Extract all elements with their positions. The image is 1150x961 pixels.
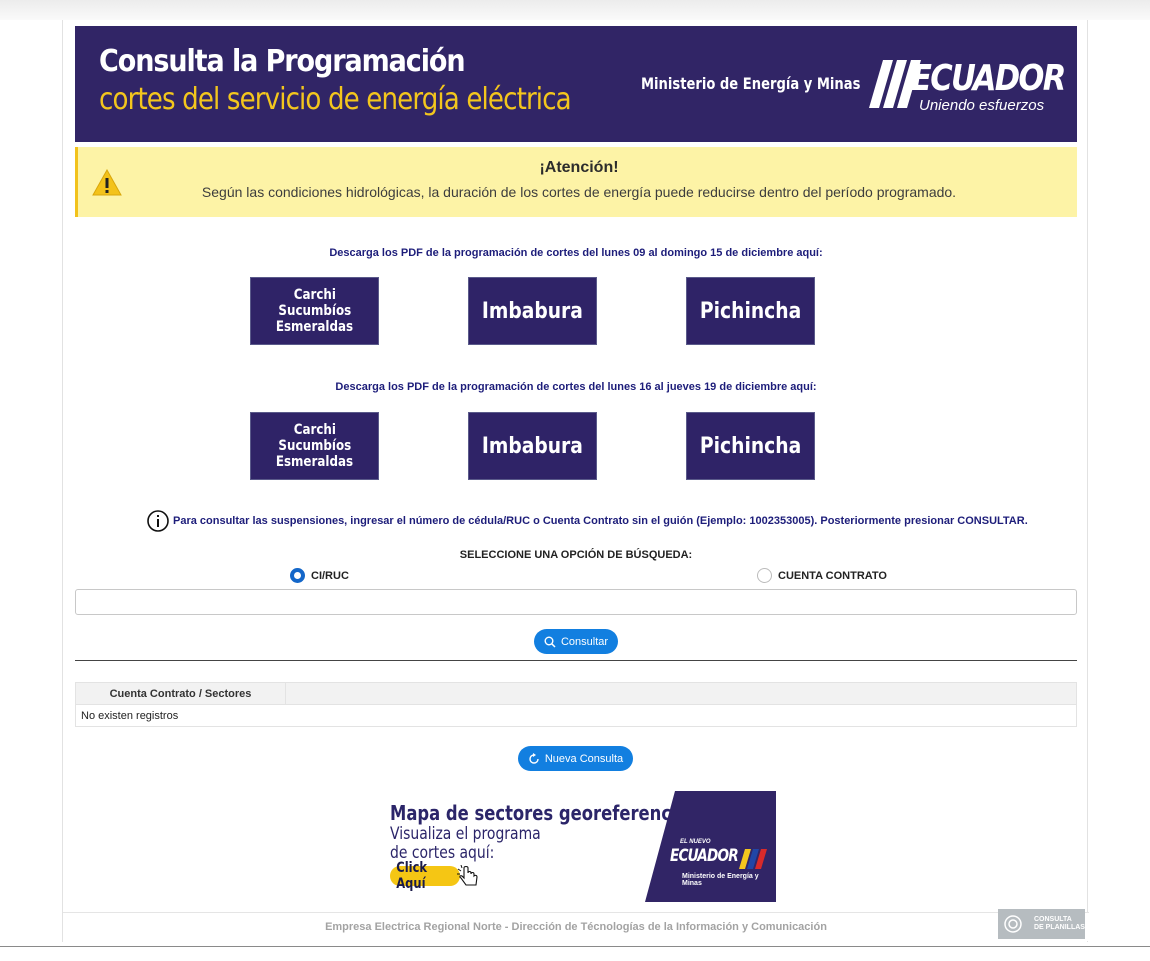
column-header-cuenta-sectores[interactable]: Cuenta Contrato / Sectores (76, 683, 286, 704)
page-container: Consulta la Programación cortes del serv… (62, 20, 1089, 942)
radio-cuenta-contrato[interactable]: CUENTA CONTRATO (757, 568, 887, 583)
search-icon (544, 636, 556, 648)
promo-subtitle: Visualiza el programa de cortes aquí: (390, 825, 541, 863)
header-banner: Consulta la Programación cortes del serv… (75, 26, 1077, 142)
refresh-icon (529, 752, 539, 764)
planillas-line-1: CONSULTA (1034, 916, 1072, 923)
logo-slogan: Uniendo esfuerzos (919, 97, 1045, 114)
tile-label: Esmeraldas (275, 454, 354, 470)
tile-label: Pichincha (699, 433, 802, 459)
results-table: Cuenta Contrato / Sectores No existen re… (75, 682, 1077, 727)
download-label-week1: Descarga los PDF de la programación de c… (329, 247, 823, 259)
click-aqui-button[interactable]: Click Aquí (390, 860, 460, 892)
table-empty-row: No existen registros (81, 709, 179, 722)
promo-panel-small-text: EL NUEVO (680, 839, 711, 845)
logo-wordmark: ECUADOR (911, 58, 1066, 99)
consultar-button[interactable]: Consultar (534, 629, 618, 654)
tile-label: Sucumbíos (278, 438, 351, 454)
info-icon (147, 510, 169, 532)
consulta-planillas-button[interactable]: CONSULTA DE PLANILLAS (998, 909, 1085, 939)
download-imbabura-week2[interactable]: Imbabura (468, 412, 597, 480)
search-option-label: SELECCIONE UNA OPCIÓN DE BÚSQUEDA: (459, 549, 693, 561)
planillas-line-2: DE PLANILLAS (1034, 924, 1085, 931)
search-instructions: Para consultar las suspensiones, ingresa… (147, 510, 1028, 532)
divider (75, 660, 1077, 661)
attention-alert: ¡Atención! Según las condiciones hidroló… (75, 147, 1077, 217)
tile-label: Carchi (293, 422, 336, 438)
promo-panel-ministry: Ministerio de Energía y Minas (682, 873, 759, 887)
pointer-hand-icon (457, 865, 478, 886)
footer: Empresa Electrica Regional Norte - Direc… (63, 909, 1089, 941)
download-pichincha-week1[interactable]: Pichincha (686, 277, 815, 345)
download-label-week2: Descarga los PDF de la programación de c… (335, 381, 817, 393)
consultar-label: Consultar (560, 635, 609, 648)
search-input[interactable] (75, 589, 1077, 615)
alert-text: Según las condiciones hidrológicas, la d… (201, 184, 957, 200)
nueva-consulta-label: Nueva Consulta (544, 752, 624, 765)
ecuador-logo: ECUADOR Uniendo esfuerzos (869, 56, 1066, 116)
ministry-name: Ministerio de Energía y Minas (641, 74, 861, 93)
download-carchi-sucumbios-esmeraldas-week2[interactable]: Carchi Sucumbíos Esmeraldas (250, 412, 379, 480)
download-pichincha-week2[interactable]: Pichincha (686, 412, 815, 480)
tile-label: Carchi (293, 287, 336, 303)
table-header: Cuenta Contrato / Sectores (76, 683, 1076, 705)
tile-label: Esmeraldas (275, 319, 354, 335)
radio-ci-ruc-label: CI/RUC (311, 569, 349, 582)
tile-label: Sucumbíos (278, 303, 351, 319)
promo-panel-wordmark: ECUADOR (670, 846, 739, 866)
map-promo-banner[interactable]: Mapa de sectores georeferenciados Visual… (390, 791, 776, 902)
alert-title: ¡Atención! (539, 159, 619, 176)
bottom-border (0, 946, 1150, 947)
download-carchi-sucumbios-esmeraldas-week1[interactable]: Carchi Sucumbíos Esmeraldas (250, 277, 379, 345)
page-subtitle: cortes del servicio de energía eléctrica (99, 82, 572, 117)
top-edge (0, 0, 1150, 20)
footer-text: Empresa Electrica Regional Norte - Direc… (325, 921, 827, 933)
click-aqui-label: Click Aquí (396, 860, 428, 892)
tile-label: Imbabura (482, 298, 583, 324)
radio-cuenta-contrato-label: CUENTA CONTRATO (778, 569, 887, 582)
radio-ci-ruc[interactable]: CI/RUC (290, 568, 349, 583)
radio-unselected-icon (757, 568, 772, 583)
search-instructions-text: Para consultar las suspensiones, ingresa… (173, 515, 1028, 527)
planillas-logo-icon (1004, 915, 1022, 933)
tile-label: Pichincha (699, 298, 802, 324)
promo-line-1: Visualiza el programa (390, 824, 541, 844)
page-title: Consulta la Programación (99, 44, 466, 79)
planillas-label: CONSULTA DE PLANILLAS (1028, 916, 1085, 932)
tile-label: Imbabura (482, 433, 583, 459)
nueva-consulta-button[interactable]: Nueva Consulta (518, 746, 633, 771)
download-imbabura-week1[interactable]: Imbabura (468, 277, 597, 345)
radio-selected-icon (290, 568, 305, 583)
